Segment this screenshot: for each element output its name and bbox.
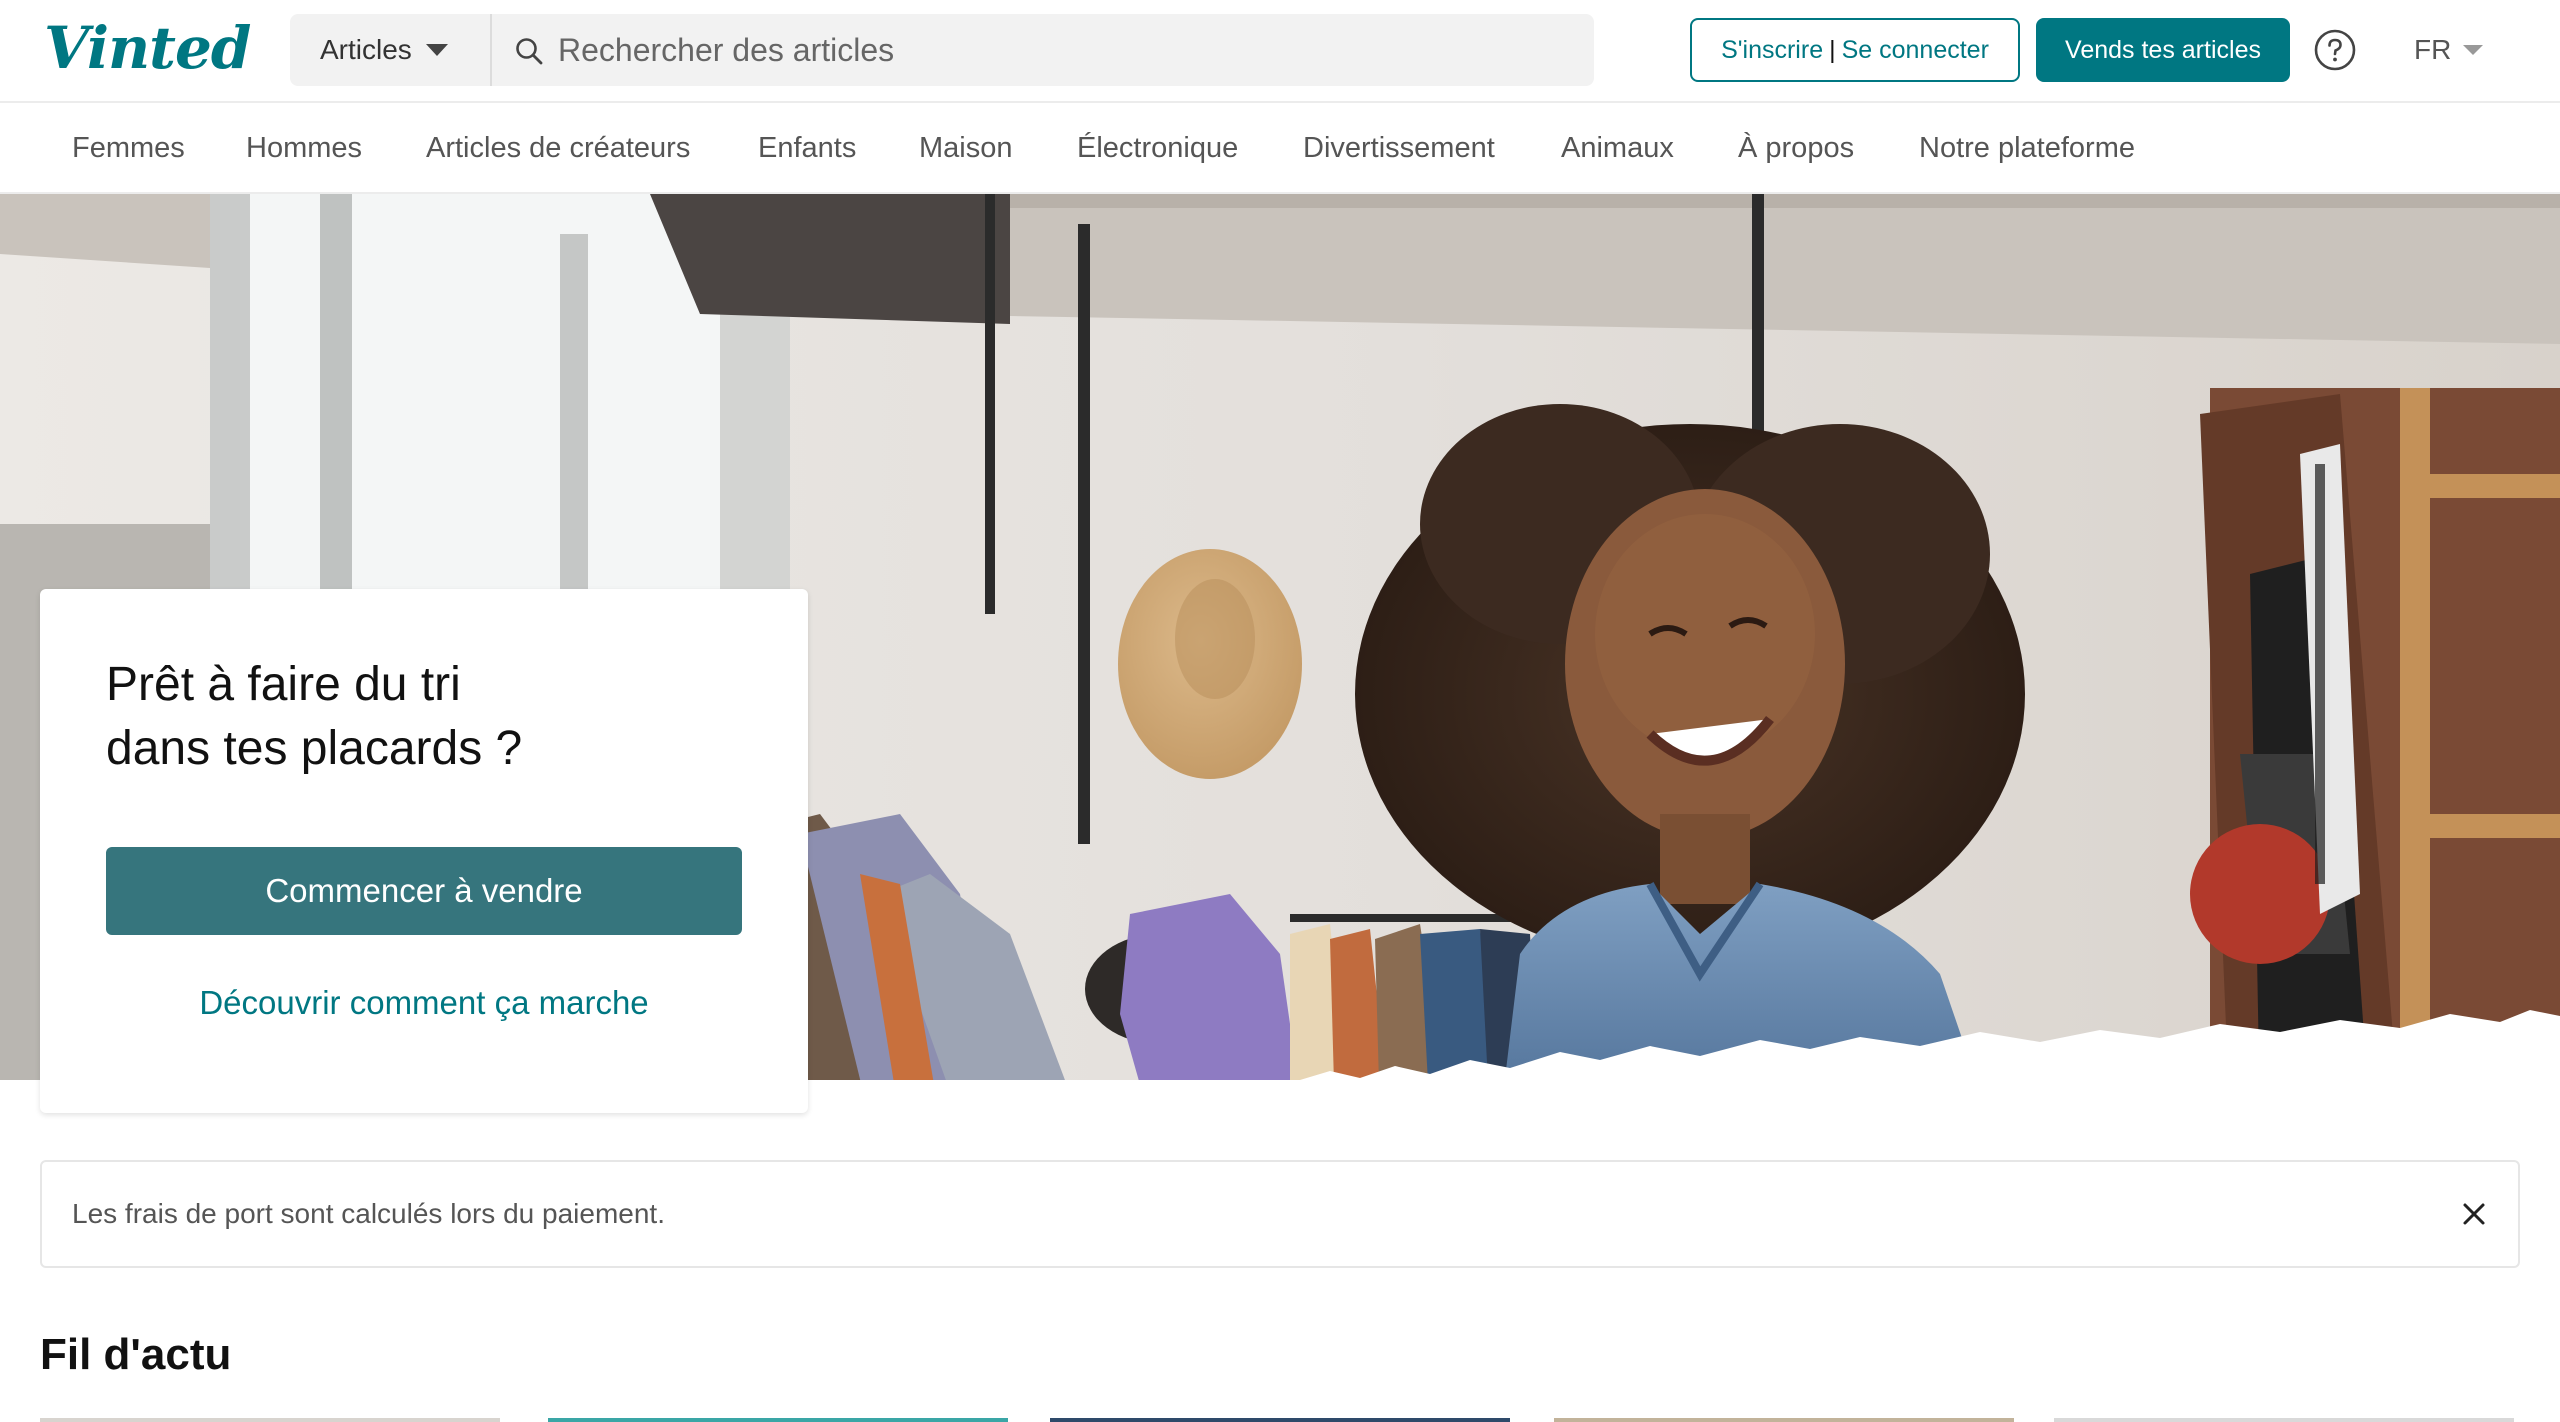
vinted-logo[interactable]: Vinted xyxy=(44,14,251,82)
search-bar: Articles xyxy=(290,14,1594,86)
how-it-works-link[interactable]: Découvrir comment ça marche xyxy=(106,977,742,1029)
nav-item-a-propos[interactable]: À propos xyxy=(1738,103,1854,194)
feed-item-card[interactable] xyxy=(548,1418,1008,1422)
feed-item-card[interactable] xyxy=(40,1418,500,1422)
chevron-down-icon xyxy=(425,44,448,56)
hero-title: Prêt à faire du tri dans tes placards ? xyxy=(106,653,766,781)
search-input[interactable] xyxy=(558,14,1578,86)
close-icon[interactable] xyxy=(2458,1198,2490,1230)
feed-title: Fil d'actu xyxy=(40,1330,232,1379)
hero-title-line-2: dans tes placards ? xyxy=(106,722,523,775)
signup-label: S'inscrire xyxy=(1721,35,1824,64)
login-separator: | xyxy=(1829,35,1836,64)
nav-item-divertissement[interactable]: Divertissement xyxy=(1303,103,1495,194)
search-icon xyxy=(516,38,543,65)
category-nav: Femmes Hommes Articles de créateurs Enfa… xyxy=(0,103,2560,194)
search-category-select[interactable]: Articles xyxy=(290,14,492,86)
sell-items-button[interactable]: Vends tes articles xyxy=(2036,18,2290,82)
nav-item-createurs[interactable]: Articles de créateurs xyxy=(426,103,690,194)
chevron-down-icon xyxy=(2463,45,2484,55)
nav-item-electronique[interactable]: Électronique xyxy=(1077,103,1238,194)
language-label: FR xyxy=(2414,34,2452,65)
nav-item-hommes[interactable]: Hommes xyxy=(246,103,362,194)
search-category-label: Articles xyxy=(320,34,412,65)
hero-title-line-1: Prêt à faire du tri xyxy=(106,658,461,711)
signup-login-button[interactable]: S'inscrire | Se connecter xyxy=(1690,18,2020,82)
feed-item-card[interactable] xyxy=(2054,1418,2514,1422)
feed-item-card[interactable] xyxy=(1554,1418,2014,1422)
language-selector[interactable]: FR xyxy=(2414,30,2484,70)
help-circle-icon[interactable] xyxy=(2313,28,2357,72)
start-selling-button[interactable]: Commencer à vendre xyxy=(106,847,742,935)
nav-item-femmes[interactable]: Femmes xyxy=(72,103,185,194)
nav-item-maison[interactable]: Maison xyxy=(919,103,1013,194)
signin-label: Se connecter xyxy=(1841,35,1989,64)
top-header: Vinted Articles S'inscrire | Se connecte… xyxy=(0,0,2560,103)
nav-item-notre-plateforme[interactable]: Notre plateforme xyxy=(1919,103,2135,194)
shipping-info-text: Les frais de port sont calculés lors du … xyxy=(72,1198,665,1229)
nav-item-enfants[interactable]: Enfants xyxy=(758,103,856,194)
hero-card: Prêt à faire du tri dans tes placards ? … xyxy=(40,589,808,1113)
nav-item-animaux[interactable]: Animaux xyxy=(1561,103,1674,194)
feed-item-card[interactable] xyxy=(1050,1418,1510,1422)
hero-banner: Prêt à faire du tri dans tes placards ? … xyxy=(0,194,2560,1120)
shipping-info-banner: Les frais de port sont calculés lors du … xyxy=(40,1160,2520,1268)
